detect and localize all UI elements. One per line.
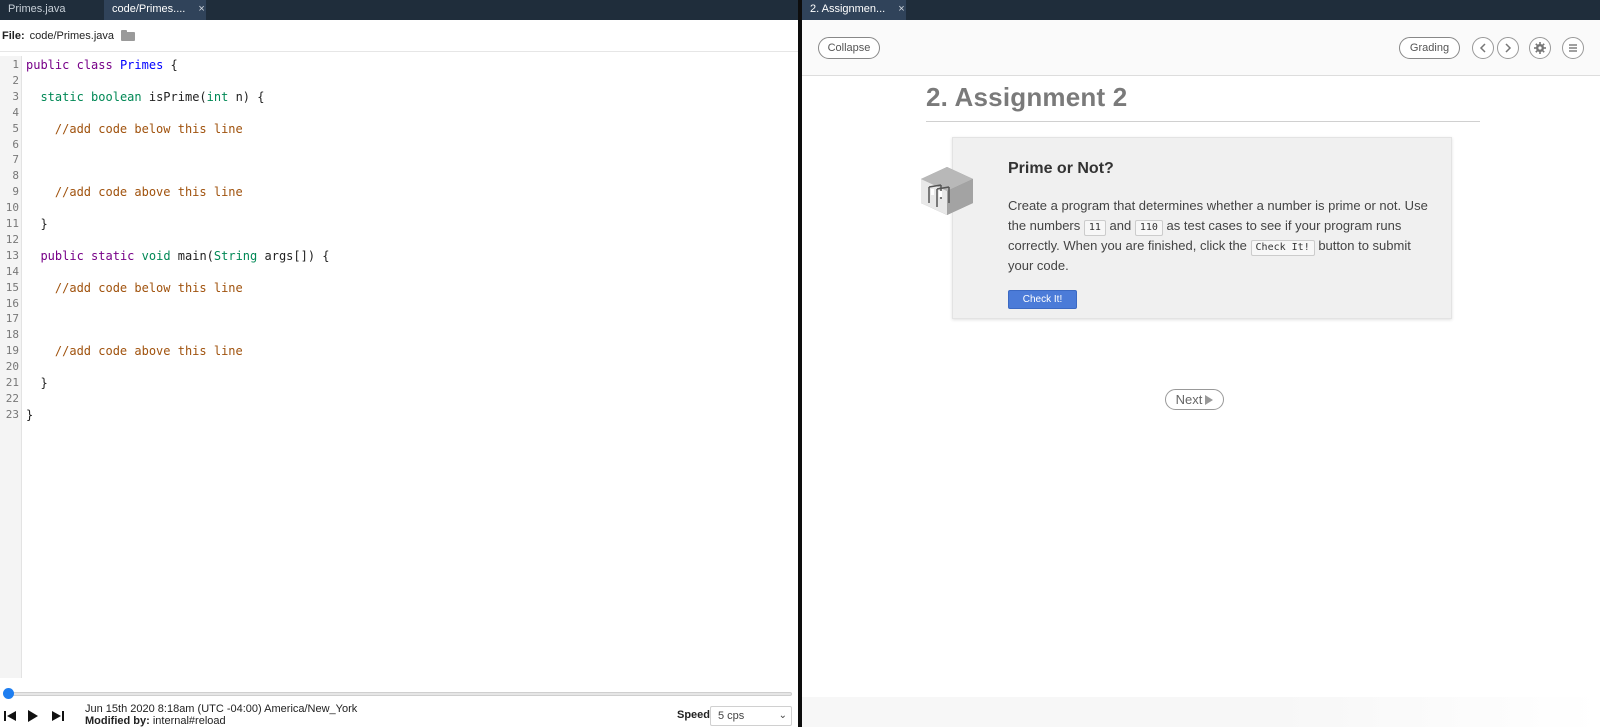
playback-scrubber[interactable] [0, 686, 798, 700]
collapse-button[interactable]: Collapse [818, 37, 880, 59]
code-text: //add code below this line [54, 121, 243, 136]
line-number: 23 [5, 407, 19, 421]
description-text: and [1105, 218, 1135, 233]
line-number: 16 [5, 296, 19, 310]
modified-label: Modified by: [85, 715, 150, 727]
playback-timestamp: Jun 15th 2020 8:18am (UTC -04:00) Americ… [85, 703, 358, 715]
line-number: 12 [5, 232, 19, 246]
code-text: public class Primes { [26, 58, 178, 72]
playback-meta: Jun 15th 2020 8:18am (UTC -04:00) Americ… [85, 703, 357, 727]
tab-label: 2. Assignmen... [810, 3, 886, 15]
previous-page-button[interactable] [1472, 37, 1494, 59]
code-text: public static void main(String args[]) { [40, 248, 330, 263]
editor-tab-bar: Primes.java code/Primes.... × [0, 0, 798, 20]
card-description: Create a program that determines whether… [1008, 196, 1433, 276]
line-number: 1 [12, 58, 19, 71]
grading-button[interactable]: Grading [1399, 37, 1460, 59]
tab-label: Primes.java [8, 3, 66, 15]
close-icon[interactable]: × [198, 3, 204, 15]
line-number: 2 [12, 73, 19, 87]
page-title: 2. Assignment 2 [926, 82, 1128, 112]
close-icon[interactable]: × [898, 3, 904, 15]
line-number: 15 [5, 280, 19, 294]
tab-code-primes-java[interactable]: code/Primes.... × [104, 0, 206, 20]
code-chip: 110 [1134, 220, 1163, 236]
next-button[interactable]: Next [1165, 389, 1224, 410]
code-text: //add code above this line [54, 185, 243, 200]
code-text: } [26, 407, 34, 422]
speed-value: 5 cps [718, 710, 745, 722]
file-path-bar: File: code/Primes.java [0, 20, 798, 52]
file-path: code/Primes.java [29, 29, 114, 42]
tab-assignment[interactable]: 2. Assignmen... × [802, 0, 906, 20]
next-label: Next [1175, 392, 1203, 407]
gear-icon [1534, 42, 1546, 54]
card-title: Prime or Not? [1008, 160, 1114, 177]
code-text: //add code below this line [54, 280, 243, 295]
check-it-button[interactable]: Check It! [1008, 290, 1077, 309]
code-text: static boolean isPrime(int n) { [40, 89, 265, 104]
assessment-cube-icon [921, 167, 973, 215]
chevron-down-icon: ⌄ [778, 710, 787, 721]
line-number: 11 [5, 217, 19, 230]
skip-back-icon[interactable] [3, 709, 17, 723]
line-number: 8 [12, 169, 19, 183]
line-number: 21 [5, 376, 19, 389]
scrubber-track[interactable] [8, 692, 792, 696]
line-number: 3 [12, 89, 19, 103]
line-number: 9 [12, 185, 19, 199]
title-divider [926, 121, 1480, 122]
skip-forward-icon[interactable] [51, 709, 65, 723]
speed-label: Speed [677, 709, 711, 721]
settings-button[interactable] [1529, 37, 1551, 59]
line-number: 6 [12, 137, 19, 151]
code-editor[interactable]: 1 public class Primes {2 3 static boolean … [0, 56, 798, 678]
line-number: 4 [12, 105, 19, 119]
hamburger-icon [1569, 44, 1577, 52]
tab-primes-java[interactable]: Primes.java [0, 0, 104, 20]
code-chip: Check It! [1250, 240, 1315, 256]
chevron-left-icon [1479, 43, 1486, 53]
file-label: File: [2, 29, 25, 42]
modified-value: internal#reload [152, 715, 226, 727]
folder-icon[interactable] [121, 30, 135, 41]
line-number: 10 [5, 201, 19, 215]
line-number: 5 [12, 121, 19, 135]
line-number: 14 [5, 264, 19, 278]
assignment-card: Prime or Not? Create a program that dete… [952, 137, 1452, 319]
editor-pane: Primes.java code/Primes.... × File: code… [0, 0, 798, 727]
code-text: } [26, 217, 48, 231]
line-number: 7 [12, 153, 19, 167]
chevron-right-icon [1505, 43, 1512, 53]
next-page-button[interactable] [1497, 37, 1519, 59]
line-number: 22 [5, 391, 19, 405]
code-text: } [26, 376, 48, 390]
guide-toolbar: Collapse Grading [802, 20, 1600, 76]
menu-button[interactable] [1562, 37, 1584, 59]
playback-bar: Jun 15th 2020 8:18am (UTC -04:00) Americ… [0, 703, 798, 727]
code-text: //add code above this line [54, 344, 243, 359]
line-number: 17 [5, 312, 19, 326]
code-chip: 11 [1083, 220, 1106, 236]
guide-tab-bar: 2. Assignmen... × [802, 0, 1600, 20]
tab-label: code/Primes.... [112, 3, 186, 15]
line-number: 13 [5, 248, 19, 262]
guide-pane: 2. Assignmen... × Collapse Grading 2. As… [802, 0, 1600, 727]
bottom-shadow [802, 697, 1600, 727]
play-icon[interactable] [26, 709, 40, 723]
speed-select[interactable]: 5 cps ⌄ [710, 706, 792, 726]
line-number: 18 [5, 328, 19, 342]
play-arrow-icon [1205, 395, 1214, 405]
line-number: 20 [5, 360, 19, 374]
scrubber-handle[interactable] [3, 688, 14, 699]
line-number: 19 [5, 344, 19, 358]
